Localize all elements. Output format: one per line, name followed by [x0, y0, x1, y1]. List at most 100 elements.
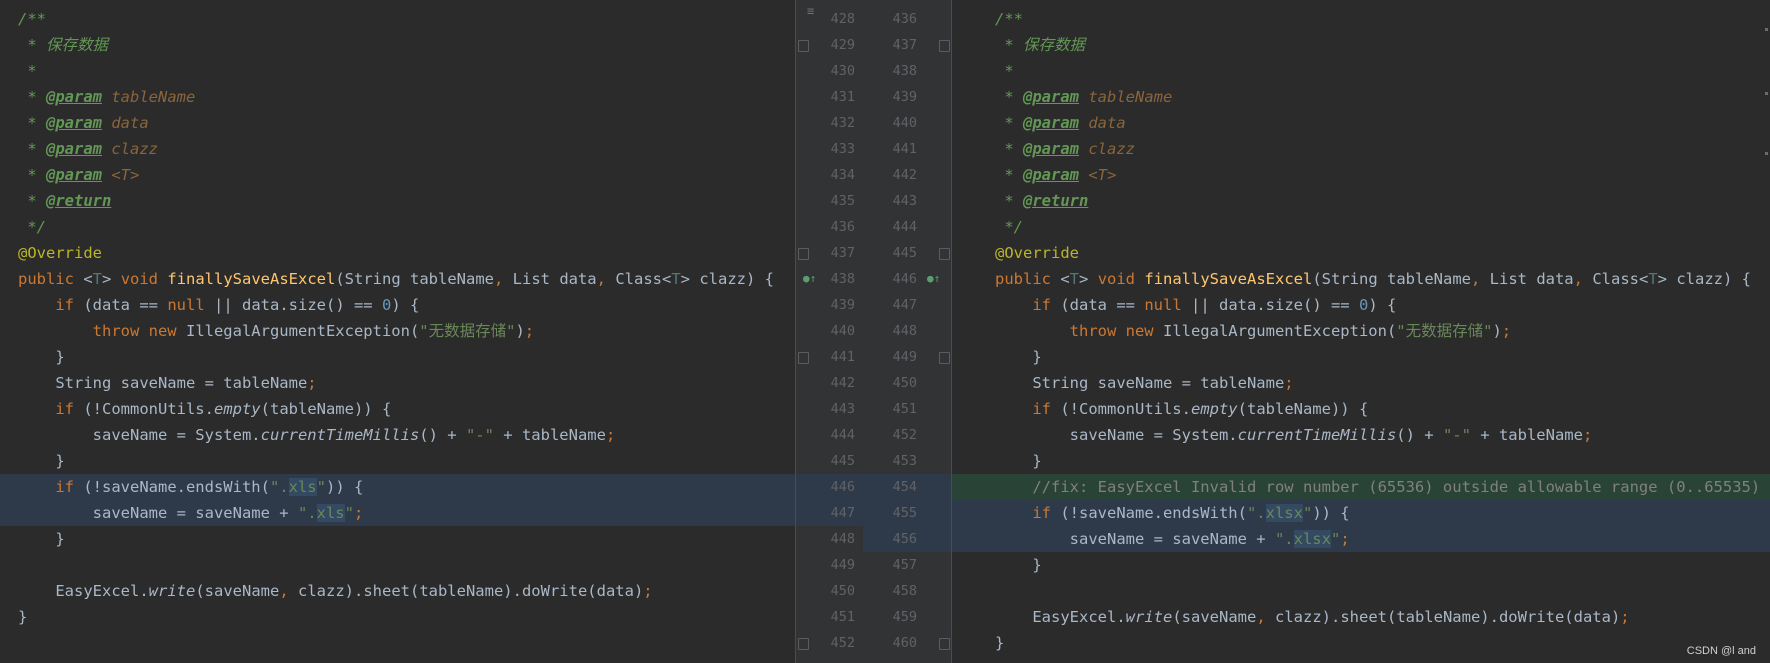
left-code-line[interactable]: */ — [0, 214, 795, 240]
right-code-line[interactable]: saveName = saveName + ".xlsx"; — [952, 526, 1770, 552]
left-code-line[interactable]: * 保存数据 — [0, 32, 795, 58]
fold-marker-icon[interactable] — [939, 638, 950, 650]
left-code-line[interactable]: if (data == null || data.size() == 0) { — [0, 292, 795, 318]
right-code-line[interactable]: if (data == null || data.size() == 0) { — [952, 292, 1770, 318]
left-code-line[interactable] — [0, 552, 795, 578]
left-line-number: 429 — [830, 37, 855, 53]
fold-marker-icon[interactable] — [798, 40, 809, 52]
code-token: Class< — [1592, 270, 1649, 288]
left-editor-pane[interactable]: /** * 保存数据 * * @param tableName * @param… — [0, 6, 795, 663]
code-token: saveName = saveName + — [18, 504, 298, 522]
code-token: (String tableName — [335, 270, 494, 288]
right-code-line[interactable]: * — [952, 58, 1770, 84]
left-code-line[interactable]: saveName = System.currentTimeMillis() + … — [0, 422, 795, 448]
gutter-row: 445 453 — [795, 448, 952, 474]
right-code-line[interactable]: /** — [952, 6, 1770, 32]
right-code-line[interactable]: } — [952, 552, 1770, 578]
code-token: finallySaveAsExcel — [1144, 270, 1313, 288]
left-code-line[interactable]: * — [0, 58, 795, 84]
right-code-line[interactable]: * @param tableName — [952, 84, 1770, 110]
left-code-line[interactable]: public <T> void finallySaveAsExcel(Strin… — [0, 266, 795, 292]
right-code-line[interactable]: * @return — [952, 188, 1770, 214]
right-code-line[interactable]: * @param <T> — [952, 162, 1770, 188]
left-code-line[interactable]: * @param clazz — [0, 136, 795, 162]
code-token: } — [18, 348, 65, 366]
left-code-line[interactable]: } — [0, 448, 795, 474]
right-code-line[interactable]: public <T> void finallySaveAsExcel(Strin… — [952, 266, 1770, 292]
right-code-line[interactable]: } — [952, 630, 1770, 656]
code-token: public — [18, 270, 84, 288]
right-code-line[interactable]: if (!CommonUtils.empty(tableName)) { — [952, 396, 1770, 422]
left-code-line[interactable]: EasyExcel.write(saveName, clazz).sheet(t… — [0, 578, 795, 604]
code-token: } — [995, 348, 1042, 366]
left-code-line[interactable]: if (!saveName.endsWith(".xls")) { — [0, 474, 795, 500]
left-code-line[interactable]: * @param tableName — [0, 84, 795, 110]
code-text: * @param data — [995, 110, 1125, 136]
left-code-line[interactable]: } — [0, 526, 795, 552]
code-text: * @param tableName — [18, 84, 195, 110]
scrollbar-marker[interactable] — [1765, 152, 1768, 155]
gutter-row: 435 443 — [795, 188, 952, 214]
right-code-line[interactable]: throw new IllegalArgumentException("无数据存… — [952, 318, 1770, 344]
fold-marker-icon[interactable] — [939, 248, 950, 260]
code-text: * @return — [18, 188, 111, 214]
code-token: > — [1079, 270, 1098, 288]
right-code-line[interactable]: String saveName = tableName; — [952, 370, 1770, 396]
left-line-number: 444 — [830, 427, 855, 443]
left-code-line[interactable]: throw new IllegalArgumentException("无数据存… — [0, 318, 795, 344]
menu-lines-icon[interactable]: ≡ — [807, 4, 821, 18]
right-line-number: 437 — [892, 37, 917, 53]
right-code-line[interactable]: @Override — [952, 240, 1770, 266]
left-code-line[interactable]: * @param data — [0, 110, 795, 136]
right-code-line[interactable]: * @param clazz — [952, 136, 1770, 162]
code-token: * — [18, 140, 46, 158]
fold-marker-icon[interactable] — [798, 352, 809, 364]
right-code-line[interactable]: * @param data — [952, 110, 1770, 136]
right-code-line[interactable]: } — [952, 448, 1770, 474]
code-text: } — [18, 604, 27, 630]
code-token: clazz).sheet(tableName).doWrite(data) — [1275, 608, 1621, 626]
scrollbar-marker[interactable] — [1765, 92, 1768, 95]
fold-marker-icon[interactable] — [939, 352, 950, 364]
gutter-row: 442 450 — [795, 370, 952, 396]
right-line-number: 449 — [892, 349, 917, 365]
right-code-line[interactable]: } — [952, 344, 1770, 370]
code-text: * @return — [995, 188, 1088, 214]
left-code-line[interactable]: * @return — [0, 188, 795, 214]
fold-marker-icon[interactable] — [798, 248, 809, 260]
code-token: throw new — [1069, 322, 1163, 340]
right-editor-pane[interactable]: /** * 保存数据 * * @param tableName * @param… — [952, 6, 1770, 663]
scrollbar-marker[interactable] — [1765, 28, 1768, 31]
left-code-line[interactable]: /** — [0, 6, 795, 32]
right-code-line[interactable]: EasyExcel.write(saveName, clazz).sheet(t… — [952, 604, 1770, 630]
left-line-number: 439 — [830, 297, 855, 313]
code-token: */ — [18, 218, 46, 236]
left-code-line[interactable]: String saveName = tableName; — [0, 370, 795, 396]
fold-marker-icon[interactable] — [798, 638, 809, 650]
code-token: || data.size() == — [1191, 296, 1359, 314]
code-token: @param — [46, 114, 102, 132]
right-code-line[interactable]: //fix: EasyExcel Invalid row number (655… — [952, 474, 1770, 500]
right-code-line[interactable] — [952, 578, 1770, 604]
left-code-line[interactable]: saveName = saveName + ".xls"; — [0, 500, 795, 526]
code-token: () + — [419, 426, 466, 444]
fold-marker-icon[interactable] — [939, 40, 950, 52]
override-icon[interactable]: ●↑ — [803, 272, 816, 286]
left-code-line[interactable]: @Override — [0, 240, 795, 266]
left-code-line[interactable]: * @param <T> — [0, 162, 795, 188]
left-code-line[interactable]: if (!CommonUtils.empty(tableName)) { — [0, 396, 795, 422]
code-token: (saveName — [1172, 608, 1257, 626]
code-token: currentTimeMillis — [1237, 426, 1397, 444]
right-code-line[interactable]: if (!saveName.endsWith(".xlsx")) { — [952, 500, 1770, 526]
override-icon[interactable]: ●↑ — [927, 272, 940, 286]
right-code-line[interactable]: */ — [952, 214, 1770, 240]
right-code-line[interactable]: saveName = System.currentTimeMillis() + … — [952, 422, 1770, 448]
left-code-line[interactable]: } — [0, 344, 795, 370]
gutter-row: 430 438 — [795, 58, 952, 84]
gutter-row: 439 447 — [795, 292, 952, 318]
left-code-line[interactable]: } — [0, 604, 795, 630]
right-code-line[interactable]: * 保存数据 — [952, 32, 1770, 58]
